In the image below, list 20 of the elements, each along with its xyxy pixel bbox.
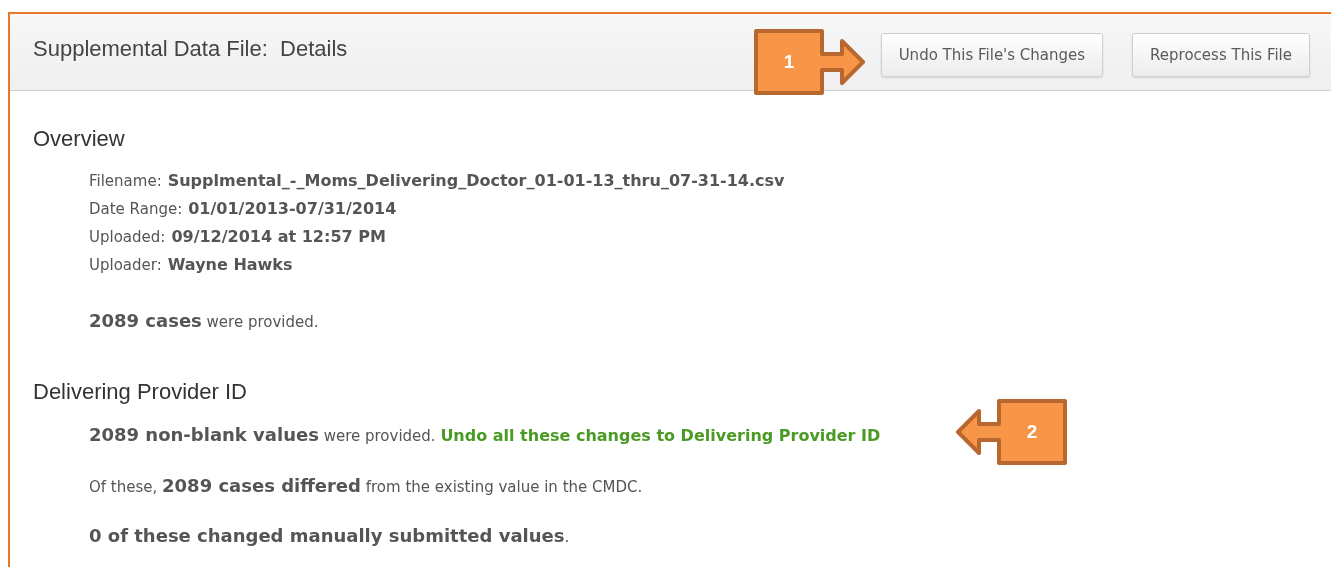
summary-text: 2089 non-blank values were provided. Undo all these changes to Delivering Provider ID [89,423,881,447]
section-heading: Delivering Provider ID [33,378,248,406]
summary-text: 2089 cases were provided. [89,309,319,333]
callout-marker: 1 [754,29,866,95]
summary-text: Of these, 2089 cases differed from the existing value in the CMDC. [89,474,643,498]
field-label: Filename: [89,171,162,192]
field-label: Date Range: [89,199,183,220]
header-button[interactable]: Undo This File's Changes [880,33,1104,77]
callout-marker: 2 [955,399,1067,465]
undo-link[interactable]: Undo all these changes to Delivering Provider ID [440,426,881,445]
section-heading: Overview [33,125,126,153]
field-label: Uploader: [89,255,162,276]
page-title: Supplemental Data File: Details [33,36,348,62]
field-value: Supplmental_-_Moms_Delivering_Doctor_01-01-13_thru_07-31-14.csv [167,170,785,192]
field-value: 01/01/2013-07/31/2014 [188,198,397,220]
field-label: Uploaded: [89,227,166,248]
summary-text: 0 of these changed manually submitted values. [89,524,570,548]
header-button[interactable]: Reprocess This File [1132,33,1310,77]
field-value: Wayne Hawks [167,254,293,276]
field-value: 09/12/2014 at 12:57 PM [171,226,386,248]
